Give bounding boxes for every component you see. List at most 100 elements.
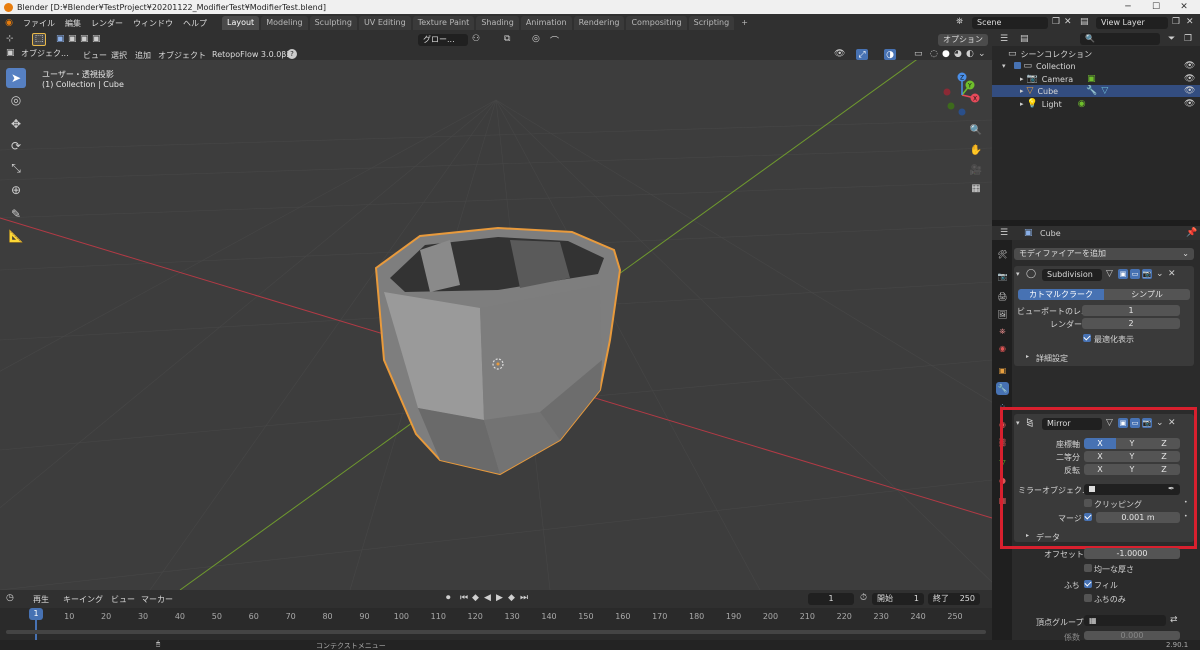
record-icon[interactable]: ⏺ [446,593,451,603]
add-workspace-button[interactable]: + [736,16,753,30]
tab-shading[interactable]: Shading [476,16,519,30]
perspective-grid-icon[interactable]: ▦ [968,180,984,196]
playback-menu[interactable]: 再生 [28,594,54,605]
axis-x-toggle[interactable]: X [1084,438,1116,449]
view-layer-icon[interactable]: ▤ [1080,17,1089,27]
timeline-editor-icon[interactable]: ◷ [6,593,14,603]
tab-compositing[interactable]: Compositing [626,16,687,30]
solid-shading-icon[interactable]: ● [942,49,950,59]
mode-dropdown[interactable]: オブジェク... [16,48,72,60]
cube-expand-icon[interactable]: ▸ [1020,87,1024,95]
offset-field[interactable]: -1.0000 [1084,548,1180,559]
keying-menu[interactable]: キーイング [58,594,108,605]
overlay-toggle-icon[interactable]: ◑ [884,49,896,60]
light-visibility-icon[interactable]: 👁 [1184,99,1195,109]
constraints-tab-icon[interactable]: ⛓ [996,436,1009,449]
vertex-group-field[interactable]: ▦ [1084,615,1166,626]
menu-render[interactable]: レンダー [86,18,128,29]
flip-x-toggle[interactable]: X [1084,464,1116,475]
mirror-menu-icon[interactable]: ⌄ [1156,418,1164,428]
proportional-falloff-icon[interactable]: ⌒ [550,34,559,47]
duplicate-scene-icon[interactable]: ❐ [1052,17,1060,27]
material-shading-icon[interactable]: ◕ [954,49,962,59]
retopoflow-menu[interactable]: RetopoFlow 3.0.0β2 [207,50,296,59]
merge-checkbox[interactable] [1084,513,1092,521]
merge-distance-field[interactable]: 0.001 m [1096,512,1180,523]
outliner-row-camera[interactable]: ▸ 📷 Camera ▣ 👁 [992,73,1200,85]
view-layer-field[interactable]: View Layer [1096,17,1168,29]
expand-arrow-icon[interactable]: ▾ [1002,62,1006,70]
subdivision-name-field[interactable]: Subdivision [1042,269,1102,281]
subdivision-viewport-icon[interactable]: ▭ [1130,269,1140,279]
even-thickness-checkbox[interactable] [1084,564,1092,572]
pan-hand-icon[interactable]: ✋ [968,142,984,158]
tab-animation[interactable]: Animation [520,16,572,30]
scene-field[interactable]: Scene [972,17,1048,29]
help-icon[interactable]: ? [287,49,297,59]
jump-end-icon[interactable]: ⏭ [520,593,528,603]
select-mode-new-icon[interactable]: ▣ [56,34,65,44]
merge-keyframe-icon[interactable]: • [1184,513,1188,520]
xray-icon[interactable]: ▭ [914,49,923,59]
gizmo-toggle-icon[interactable]: ⤢ [856,49,868,60]
outliner-row-scene-collection[interactable]: ▭ シーンコレクション [992,48,1200,60]
prev-keyframe-icon[interactable]: ◆ [472,593,479,603]
timeline-view-menu[interactable]: ビュー [106,594,140,605]
render-tab-icon[interactable]: 📷 [996,270,1009,283]
subdivision-collapse-icon[interactable]: ▾ [1016,270,1020,278]
optimal-display-checkbox[interactable] [1083,334,1091,342]
subdivision-menu-icon[interactable]: ⌄ [1156,269,1164,279]
rim-only-checkbox[interactable] [1084,594,1092,602]
filter-icon[interactable]: ⏷ [1168,34,1175,44]
tab-layout[interactable]: Layout [222,16,260,30]
particles-tab-icon[interactable]: ⁘ [996,400,1009,413]
tab-sculpting[interactable]: Sculpting [309,16,357,30]
data-expand-icon[interactable]: ▸ [1026,532,1029,539]
properties-editor-icon[interactable]: ☰ [1000,228,1008,238]
camera-visibility-icon[interactable]: 👁 [1184,74,1195,84]
select-tool-icon[interactable]: ⬚ [32,33,46,46]
modifier-tab-icon[interactable]: 🔧 [996,382,1009,395]
end-frame-field[interactable]: 終了 250 [928,593,980,605]
flip-z-toggle[interactable]: Z [1148,464,1180,475]
duplicate-layer-icon[interactable]: ❐ [1172,17,1180,27]
annotate-tool-icon[interactable]: ✎ [6,204,26,224]
move-tool-icon[interactable]: ✥ [6,114,26,134]
outliner-row-collection[interactable]: ▾ ▭ Collection 👁 [992,60,1200,72]
menu-window[interactable]: ウィンドウ [128,18,178,29]
camera-view-icon[interactable]: 🎥 [968,162,984,178]
display-mode-icon[interactable]: ▤ [1020,34,1029,44]
subdivision-remove-icon[interactable]: ✕ [1168,269,1176,279]
mirror-cage-icon[interactable]: ▣ [1118,418,1128,428]
blender-menu-icon[interactable]: ◉ [0,18,18,28]
close-window-button[interactable]: ✕ [1170,0,1198,14]
pivot-icon[interactable]: ⚇ [472,34,480,44]
menu-file[interactable]: ファイル [18,18,60,29]
minimize-button[interactable]: ─ [1114,0,1142,14]
collection-checkbox[interactable] [1014,62,1021,69]
subdivision-cage-icon[interactable]: ▣ [1118,269,1128,279]
play-reverse-icon[interactable]: ◀ [484,593,491,603]
data-subpanel-label[interactable]: データ [1036,532,1060,543]
cursor-tool-icon[interactable]: ◎ [6,90,26,110]
catmull-clark-button[interactable]: カトマルクラーク [1018,289,1104,300]
advanced-label[interactable]: 詳細設定 [1036,353,1068,364]
transform-tool-icon[interactable]: ⊕ [6,180,26,200]
scale-tool-icon[interactable]: ⤡ [6,158,26,178]
menu-help[interactable]: ヘルプ [178,18,212,29]
flip-y-toggle[interactable]: Y [1116,464,1148,475]
tool-tab-icon[interactable]: 🛠 [996,248,1009,261]
tab-modeling[interactable]: Modeling [261,16,308,30]
current-frame-field[interactable]: 1 [808,593,854,605]
tab-uv-editing[interactable]: UV Editing [358,16,411,30]
subdivision-editmode-icon[interactable]: ▽ [1106,269,1113,279]
mirror-object-field[interactable] [1084,484,1180,495]
snap-icon[interactable]: ⧉ [504,34,510,44]
collection-visibility-icon[interactable]: 👁 [1184,61,1195,71]
select-mode-subtract-icon[interactable]: ▣ [80,34,89,44]
render-levels-field[interactable]: 2 [1082,318,1180,329]
tab-rendering[interactable]: Rendering [573,16,625,30]
navigation-gizmo[interactable]: X Y Z [937,70,987,120]
marker-menu[interactable]: マーカー [136,594,178,605]
select-box-tool-icon[interactable]: ➤ [6,68,26,88]
